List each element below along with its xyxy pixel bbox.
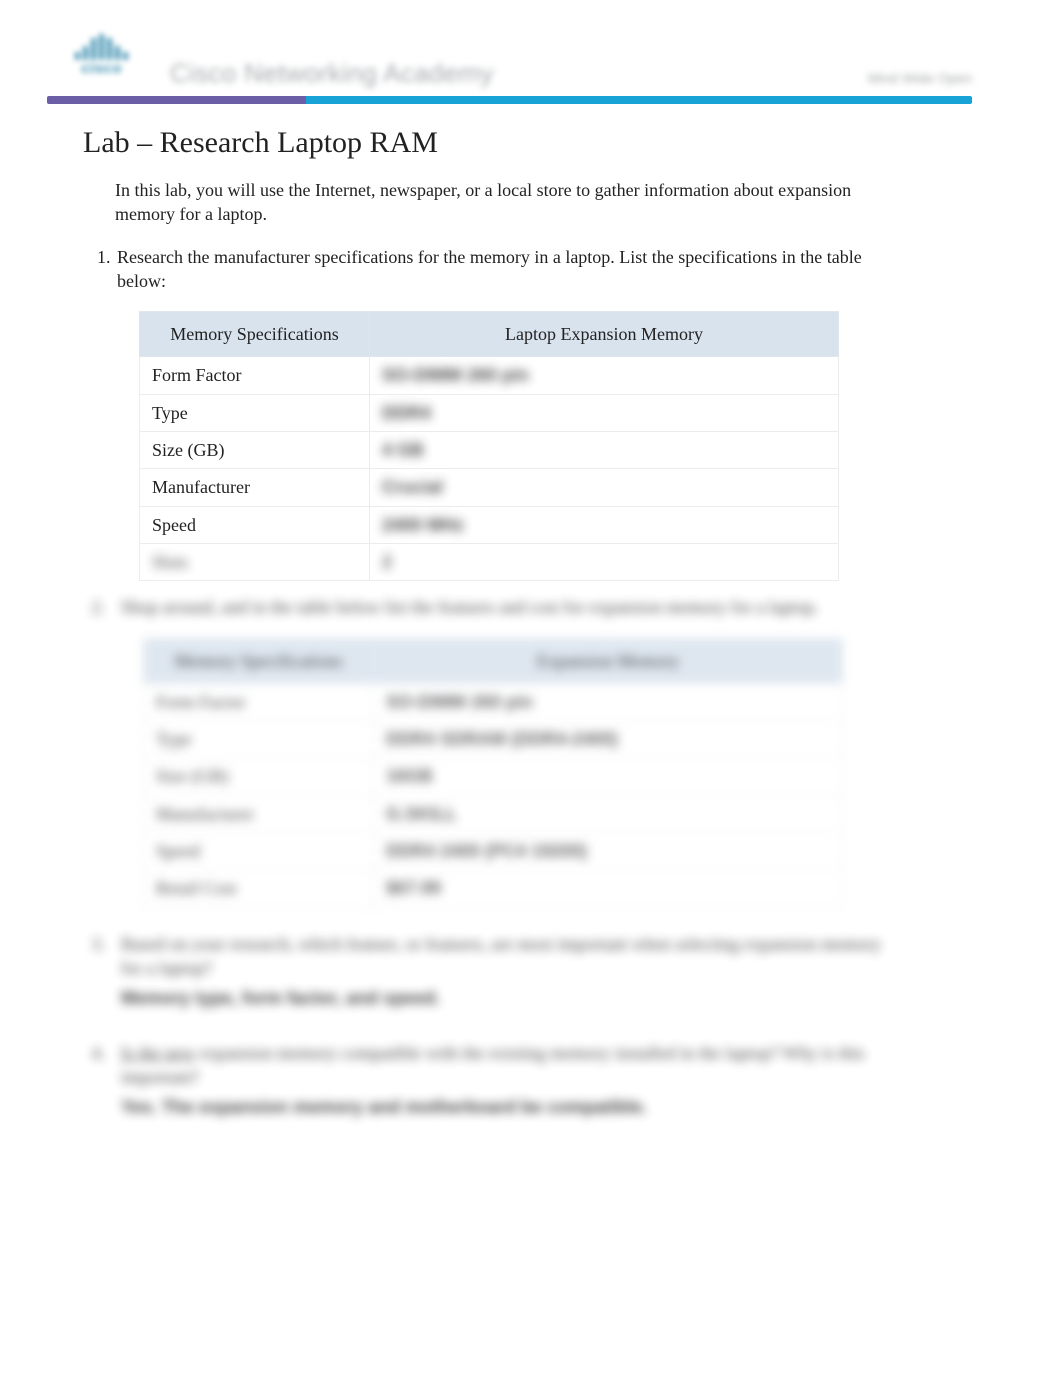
step-4-text-rest: expansion memory compatible with the exi… xyxy=(121,1043,865,1087)
table1-row0-label: Form Factor xyxy=(140,357,370,394)
table-row: Retail Cost $67.99 xyxy=(144,870,843,907)
table1-row4-label: Speed xyxy=(140,506,370,543)
table2-row4-label: Speed xyxy=(144,833,374,870)
table-row: Form Factor SO-DIMM 260 pin xyxy=(144,683,843,720)
step-3-text: Based on your research, which feature, o… xyxy=(121,932,891,981)
table-row: Manufacturer Crucial xyxy=(140,469,839,506)
table2-row1-value: DDR4 SDRAM (DDR4-2400) xyxy=(386,729,618,749)
cisco-logo: cisco xyxy=(59,32,144,84)
document-header: cisco Cisco Networking Academy Mind Wide… xyxy=(55,30,972,100)
table1-row3-label: Manufacturer xyxy=(140,469,370,506)
table2-row2-value: 16GB xyxy=(386,766,433,786)
step-3: 3. Based on your research, which feature… xyxy=(87,932,952,1011)
table1-row1-label: Type xyxy=(140,394,370,431)
table1-header-specs: Memory Specifications xyxy=(140,312,370,357)
step-3-answer: Memory type, form factor, and speed. xyxy=(121,986,952,1010)
step-2-text: Shop around, and in the table below list… xyxy=(121,595,891,619)
table1-row1-value: DDR4 xyxy=(382,403,431,423)
step-1: Research the manufacturer specifications… xyxy=(115,245,952,582)
table-expansion-memory: Memory Specifications Expansion Memory F… xyxy=(143,638,843,908)
document-content: In this lab, you will use the Internet, … xyxy=(115,178,952,1119)
table-row: Type DDR4 SDRAM (DDR4-2400) xyxy=(144,721,843,758)
table2-header-specs: Memory Specifications xyxy=(144,638,374,683)
table-row: Speed DDR4 2400 (PC4 19200) xyxy=(144,833,843,870)
page-title: Lab – Research Laptop RAM xyxy=(83,126,972,160)
table-row: Size (GB) 16GB xyxy=(144,758,843,795)
table1-row4-value: 2400 MHz xyxy=(382,515,464,535)
table1-row0-value: SO-DIMM 260 pin xyxy=(382,365,529,385)
cisco-signal-icon xyxy=(59,32,144,60)
logo-word: cisco xyxy=(59,60,144,77)
step-1-text: Research the manufacturer specifications… xyxy=(117,245,887,294)
step-4-marker: 4. xyxy=(87,1041,105,1120)
step-2-marker: 2. xyxy=(87,595,105,917)
table2-header-expansion: Expansion Memory xyxy=(374,638,843,683)
table-row: Manufacturer G.SKILL xyxy=(144,795,843,832)
table-row: Type DDR4 xyxy=(140,394,839,431)
header-divider xyxy=(47,96,972,104)
table2-row5-label: Retail Cost xyxy=(144,870,374,907)
intro-paragraph: In this lab, you will use the Internet, … xyxy=(115,178,875,227)
table1-row5-label: Slots xyxy=(140,543,370,580)
table-row: Slots 2 xyxy=(140,543,839,580)
table2-row5-value: $67.99 xyxy=(386,878,441,898)
table-row: Form Factor SO-DIMM 260 pin xyxy=(140,357,839,394)
table1-header-expansion: Laptop Expansion Memory xyxy=(370,312,839,357)
table2-row3-label: Manufacturer xyxy=(144,795,374,832)
table2-row3-value: G.SKILL xyxy=(386,804,457,824)
table2-row0-value: SO-DIMM 260 pin xyxy=(386,692,533,712)
step-4-text-prefix: Is the new xyxy=(121,1043,195,1063)
table-row: Speed 2400 MHz xyxy=(140,506,839,543)
step-4: 4. Is the new expansion memory compatibl… xyxy=(87,1041,952,1120)
table1-row3-value: Crucial xyxy=(382,477,443,497)
table2-row2-label: Size (GB) xyxy=(144,758,374,795)
step-4-text: Is the new expansion memory compatible w… xyxy=(121,1041,891,1090)
steps-list: Research the manufacturer specifications… xyxy=(87,245,952,582)
table1-row2-value: 4 GB xyxy=(382,440,424,460)
step-2: 2. Shop around, and in the table below l… xyxy=(87,595,952,917)
step-4-answer: Yes. The expansion memory and motherboar… xyxy=(121,1095,952,1119)
step-3-marker: 3. xyxy=(87,932,105,1011)
table2-row1-label: Type xyxy=(144,721,374,758)
tagline: Mind Wide Open xyxy=(868,70,972,86)
program-name: Cisco Networking Academy xyxy=(170,58,494,89)
table2-row4-value: DDR4 2400 (PC4 19200) xyxy=(386,841,587,861)
table2-row0-label: Form Factor xyxy=(144,683,374,720)
table1-row2-label: Size (GB) xyxy=(140,432,370,469)
table-row: Size (GB) 4 GB xyxy=(140,432,839,469)
table1-row5-value: 2 xyxy=(382,552,392,572)
table-laptop-memory-specs: Memory Specifications Laptop Expansion M… xyxy=(139,311,839,581)
